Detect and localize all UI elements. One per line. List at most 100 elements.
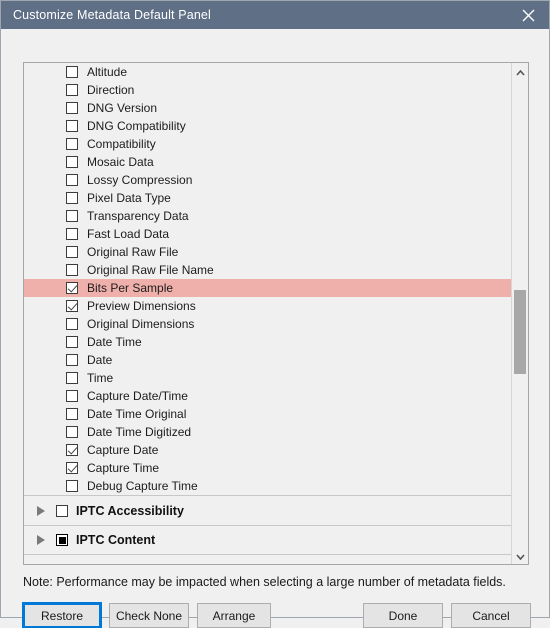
field-label: Direction (87, 83, 135, 97)
field-checkbox[interactable] (66, 138, 78, 150)
field-label: Preview Dimensions (87, 299, 196, 313)
performance-note: Note: Performance may be impacted when s… (23, 575, 506, 589)
field-label: Original Raw File Name (87, 263, 214, 277)
triangle-right-icon[interactable] (37, 505, 45, 516)
field-checkbox[interactable] (66, 228, 78, 240)
group-row[interactable]: IPTC Content (24, 525, 511, 555)
scroll-down-button[interactable] (512, 547, 528, 564)
list-viewport: Altitude Direction DNG Version DNG Compatib… (24, 63, 511, 564)
field-label: DNG Compatibility (87, 119, 186, 133)
field-row[interactable]: Date Time (24, 333, 511, 351)
field-row[interactable]: Original Raw File Name (24, 261, 511, 279)
field-checkbox[interactable] (66, 462, 78, 474)
field-checkbox[interactable] (66, 300, 78, 312)
cancel-button[interactable]: Cancel (451, 603, 531, 628)
field-row[interactable]: Preview Dimensions (24, 297, 511, 315)
restore-button[interactable]: Restore (22, 602, 102, 628)
metadata-field-list: Altitude Direction DNG Version DNG Compatib… (23, 62, 529, 565)
field-label: Date Time Original (87, 407, 187, 421)
field-row[interactable]: Date Time Digitized (24, 423, 511, 441)
field-row[interactable]: Time (24, 369, 511, 387)
field-checkbox[interactable] (66, 264, 78, 276)
field-label: Lossy Compression (87, 173, 193, 187)
field-checkbox[interactable] (66, 66, 78, 78)
field-checkbox[interactable] (66, 192, 78, 204)
field-checkbox[interactable] (66, 174, 78, 186)
field-label: Capture Date (87, 443, 159, 457)
field-row[interactable]: Original Raw File (24, 243, 511, 261)
field-checkbox[interactable] (66, 210, 78, 222)
field-checkbox[interactable] (66, 372, 78, 384)
field-label: Pixel Data Type (87, 191, 171, 205)
triangle-right-icon[interactable] (37, 535, 45, 545)
field-label: Debug Capture Time (87, 479, 198, 493)
field-label: Altitude (87, 65, 128, 79)
field-row[interactable]: Pixel Data Type (24, 189, 511, 207)
group-label: IPTC Accessibility (76, 503, 184, 518)
field-checkbox[interactable] (66, 102, 78, 114)
field-checkbox[interactable] (66, 444, 78, 456)
field-row[interactable]: Date Time Original (24, 405, 511, 423)
group-checkbox[interactable] (56, 534, 68, 546)
field-row[interactable]: Altitude (24, 63, 511, 81)
arrange-button[interactable]: Arrange (197, 603, 271, 628)
field-row[interactable]: Capture Date/Time (24, 387, 511, 405)
field-row[interactable]: Original Dimensions (24, 315, 511, 333)
close-icon (522, 9, 535, 22)
field-label: Original Raw File (87, 245, 179, 259)
field-checkbox[interactable] (66, 156, 78, 168)
field-label: Date Time Digitized (87, 425, 192, 439)
field-row[interactable]: Date (24, 351, 511, 369)
field-label: Transparency Data (87, 209, 189, 223)
done-button[interactable]: Done (363, 603, 443, 628)
field-label: Capture Time (87, 461, 160, 475)
field-row[interactable]: Capture Time (24, 459, 511, 477)
field-label: Original Dimensions (87, 317, 195, 331)
field-checkbox[interactable] (66, 480, 78, 492)
field-label: Compatibility (87, 137, 156, 151)
check-none-button[interactable]: Check None (109, 603, 189, 628)
title-bar: Customize Metadata Default Panel (1, 1, 549, 29)
field-label: DNG Version (87, 101, 158, 115)
chevron-down-icon (515, 549, 525, 563)
field-checkbox[interactable] (66, 246, 78, 258)
field-row[interactable]: DNG Compatibility (24, 117, 511, 135)
customize-metadata-dialog: Customize Metadata Default Panel Altitud… (0, 0, 550, 628)
field-checkbox[interactable] (66, 390, 78, 402)
field-row[interactable]: Compatibility (24, 135, 511, 153)
field-row[interactable]: Mosaic Data (24, 153, 511, 171)
group-label: IPTC Content (76, 533, 156, 547)
scroll-thumb[interactable] (514, 290, 526, 374)
field-label: Mosaic Data (87, 155, 154, 169)
dialog-body: Altitude Direction DNG Version DNG Compatib… (1, 29, 549, 628)
field-row[interactable]: Lossy Compression (24, 171, 511, 189)
field-checkbox[interactable] (66, 84, 78, 96)
group-row[interactable]: IPTC Accessibility (24, 495, 511, 525)
field-checkbox[interactable] (66, 120, 78, 132)
field-row[interactable]: Capture Date (24, 441, 511, 459)
list-scrollbar[interactable] (511, 63, 528, 564)
field-rows: Altitude Direction DNG Version DNG Compatib… (24, 63, 511, 495)
field-row[interactable]: Direction (24, 81, 511, 99)
group-checkbox[interactable] (56, 504, 68, 517)
field-label: Bits Per Sample (87, 281, 174, 295)
field-row[interactable]: Transparency Data (24, 207, 511, 225)
field-checkbox[interactable] (66, 354, 78, 366)
field-row[interactable]: Fast Load Data (24, 225, 511, 243)
field-row[interactable]: DNG Version (24, 99, 511, 117)
field-label: Date (87, 353, 113, 367)
field-checkbox[interactable] (66, 426, 78, 438)
field-checkbox[interactable] (66, 282, 78, 294)
group-rows: IPTC Accessibility IPTC Content (24, 495, 511, 555)
close-button[interactable] (507, 1, 549, 29)
field-checkbox[interactable] (66, 408, 78, 420)
scroll-up-button[interactable] (512, 63, 528, 80)
field-checkbox[interactable] (66, 336, 78, 348)
field-label: Date Time (87, 335, 142, 349)
field-row[interactable]: Bits Per Sample (24, 279, 511, 297)
field-label: Capture Date/Time (87, 389, 188, 403)
window-title: Customize Metadata Default Panel (13, 8, 211, 22)
chevron-up-icon (515, 65, 525, 79)
field-row[interactable]: Debug Capture Time (24, 477, 511, 495)
field-checkbox[interactable] (66, 318, 78, 330)
